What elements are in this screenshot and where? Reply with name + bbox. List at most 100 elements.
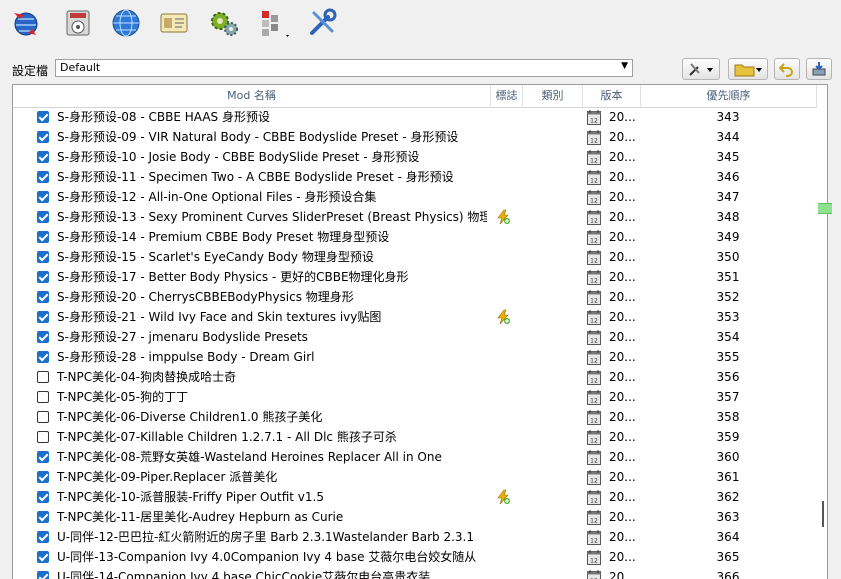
table-row[interactable]: S-身形预设-13 - Sexy Prominent Curves Slider…: [13, 207, 817, 227]
enable-checkbox[interactable]: [37, 151, 49, 163]
profile-select[interactable]: Default ▼: [55, 59, 633, 77]
enable-checkbox[interactable]: [37, 111, 49, 123]
enable-checkbox[interactable]: [37, 211, 49, 223]
table-row[interactable]: T-NPC美化-05-狗的丁丁 12 20... 357: [13, 387, 817, 407]
svg-text:12: 12: [590, 498, 598, 505]
column-header-category[interactable]: 類別: [523, 85, 583, 107]
calendar-icon: 12: [587, 310, 601, 325]
table-row[interactable]: T-NPC美化-08-荒野女英雄-Wasteland Heroines Repl…: [13, 447, 817, 467]
table-row[interactable]: T-NPC美化-11-居里美化-Audrey Hepburn as Curie 1…: [13, 507, 817, 527]
mod-priority: 357: [716, 390, 740, 404]
enable-checkbox[interactable]: [37, 451, 49, 463]
table-row[interactable]: S-身形预设-12 - All-in-One Optional Files - …: [13, 187, 817, 207]
mod-version: 20...: [609, 150, 636, 164]
column-header-name[interactable]: Mod 名稱: [13, 85, 491, 107]
table-row[interactable]: T-NPC美化-07-Killable Children 1.2.7.1 - A…: [13, 427, 817, 447]
enable-checkbox[interactable]: [37, 551, 49, 563]
undo-button[interactable]: [774, 58, 800, 80]
enable-checkbox[interactable]: [37, 231, 49, 243]
enable-checkbox[interactable]: [37, 191, 49, 203]
refresh-globe-icon[interactable]: [8, 5, 44, 41]
mod-priority: 343: [716, 110, 740, 124]
app-grid-icon[interactable]: [256, 5, 292, 41]
table-row[interactable]: U-同伴-12-巴巴拉-紅火箭附近的房子里 Barb 2.3.1Wastelan…: [13, 527, 817, 547]
enable-checkbox[interactable]: [37, 331, 49, 343]
mod-priority: 354: [716, 330, 740, 344]
table-row[interactable]: S-身形预设-27 - jmenaru Bodyslide Presets 12 2…: [13, 327, 817, 347]
tools-menu-button[interactable]: [682, 58, 720, 80]
svg-text:12: 12: [590, 538, 598, 545]
enable-checkbox[interactable]: [37, 391, 49, 403]
column-header-priority[interactable]: 優先順序: [641, 85, 817, 107]
mod-version: 20...: [609, 330, 636, 344]
id-card-icon[interactable]: [156, 5, 192, 41]
table-row[interactable]: S-身形预设-15 - Scarlet's EyeCandy Body 物理身型…: [13, 247, 817, 267]
profile-selected-value: Default: [60, 61, 101, 74]
table-row[interactable]: S-身形预设-08 - CBBE HAAS 身形预设 12 20... 343: [13, 107, 817, 127]
disc-icon[interactable]: [60, 5, 96, 41]
svg-text:12: 12: [590, 298, 598, 305]
enable-checkbox[interactable]: [37, 431, 49, 443]
tools-icon[interactable]: [304, 5, 340, 41]
mod-name: S-身形预设-09 - VIR Natural Body - CBBE Body…: [57, 130, 459, 144]
table-row[interactable]: U-同伴-13-Companion Ivy 4.0Companion Ivy 4…: [13, 547, 817, 567]
mod-name: S-身形预设-20 - CherrysCBBEBodyPhysics 物理身形: [57, 290, 354, 304]
table-row[interactable]: S-身形预设-28 - imppulse Body - Dream Girl 12…: [13, 347, 817, 367]
enable-checkbox[interactable]: [37, 511, 49, 523]
table-row[interactable]: S-身形预设-10 - Josie Body - CBBE BodySlide …: [13, 147, 817, 167]
table-row[interactable]: S-身形预设-09 - VIR Natural Body - CBBE Body…: [13, 127, 817, 147]
mod-name: T-NPC美化-05-狗的丁丁: [57, 390, 189, 404]
column-header-flags[interactable]: 標誌: [491, 85, 523, 107]
enable-checkbox[interactable]: [37, 411, 49, 423]
gears-icon[interactable]: [206, 5, 242, 41]
enable-checkbox[interactable]: [37, 531, 49, 543]
enable-checkbox[interactable]: [37, 291, 49, 303]
mod-priority: 356: [716, 370, 740, 384]
mod-version: 20...: [609, 310, 636, 324]
enable-checkbox[interactable]: [37, 131, 49, 143]
mod-name: S-身形预设-17 - Better Body Physics - 更好的CBB…: [57, 270, 409, 284]
calendar-icon: 12: [587, 110, 601, 125]
mod-version: 20...: [609, 510, 636, 524]
flag-icon: [495, 149, 511, 165]
enable-checkbox[interactable]: [37, 251, 49, 263]
table-row[interactable]: T-NPC美化-04-狗肉替换成哈士奇 12 20... 356: [13, 367, 817, 387]
mod-name: T-NPC美化-11-居里美化-Audrey Hepburn as Curie: [57, 510, 344, 524]
mod-name: S-身形预设-15 - Scarlet's EyeCandy Body 物理身型…: [57, 250, 374, 264]
enable-checkbox[interactable]: [37, 351, 49, 363]
calendar-icon: 12: [587, 390, 601, 405]
table-row[interactable]: S-身形预设-14 - Premium CBBE Body Preset 物理身…: [13, 227, 817, 247]
mod-list-table[interactable]: Mod 名稱 標誌 類別 版本 優先順序 S-身形预设-08 - CBBE HA…: [12, 84, 828, 579]
mod-priority: 363: [716, 510, 740, 524]
mod-version: 20...: [609, 450, 636, 464]
vertical-scrollbar[interactable]: [817, 107, 827, 579]
table-row[interactable]: U-同伴-14-Companion Ivy 4 base ChicCookie艾…: [13, 567, 817, 579]
enable-checkbox[interactable]: [37, 271, 49, 283]
enable-checkbox[interactable]: [37, 571, 49, 579]
mod-name: S-身形预设-28 - imppulse Body - Dream Girl: [57, 350, 315, 364]
table-row[interactable]: S-身形预设-17 - Better Body Physics - 更好的CBB…: [13, 267, 817, 287]
table-row[interactable]: T-NPC美化-10-派普服装-Friffy Piper Outfit v1.5…: [13, 487, 817, 507]
profile-row: 設定檔 Default ▼: [0, 58, 841, 82]
table-row[interactable]: T-NPC美化-06-Diverse Children1.0 熊孩子美化 12 20…: [13, 407, 817, 427]
enable-checkbox[interactable]: [37, 171, 49, 183]
table-row[interactable]: T-NPC美化-09-Piper.Replacer 派普美化 12 20... 361: [13, 467, 817, 487]
export-button[interactable]: [806, 58, 832, 80]
open-folder-button[interactable]: [728, 58, 768, 80]
enable-checkbox[interactable]: [37, 491, 49, 503]
svg-text:12: 12: [590, 418, 598, 425]
mod-name: T-NPC美化-09-Piper.Replacer 派普美化: [57, 470, 278, 484]
scroll-position-marker: [818, 203, 832, 214]
table-row[interactable]: S-身形预设-20 - CherrysCBBEBodyPhysics 物理身形 1…: [13, 287, 817, 307]
calendar-icon: 12: [587, 230, 601, 245]
enable-checkbox[interactable]: [37, 471, 49, 483]
table-row[interactable]: S-身形预设-11 - Specimen Two - A CBBE Bodysl…: [13, 167, 817, 187]
table-row[interactable]: S-身形预设-21 - Wild Ivy Face and Skin textu…: [13, 307, 817, 327]
main-toolbar: [0, 0, 841, 46]
column-header-version[interactable]: 版本: [583, 85, 641, 107]
enable-checkbox[interactable]: [37, 311, 49, 323]
enable-checkbox[interactable]: [37, 371, 49, 383]
mod-name: S-身形预设-10 - Josie Body - CBBE BodySlide …: [57, 150, 420, 164]
globe-icon[interactable]: [108, 5, 144, 41]
scrollbar-thumb[interactable]: [822, 501, 824, 527]
